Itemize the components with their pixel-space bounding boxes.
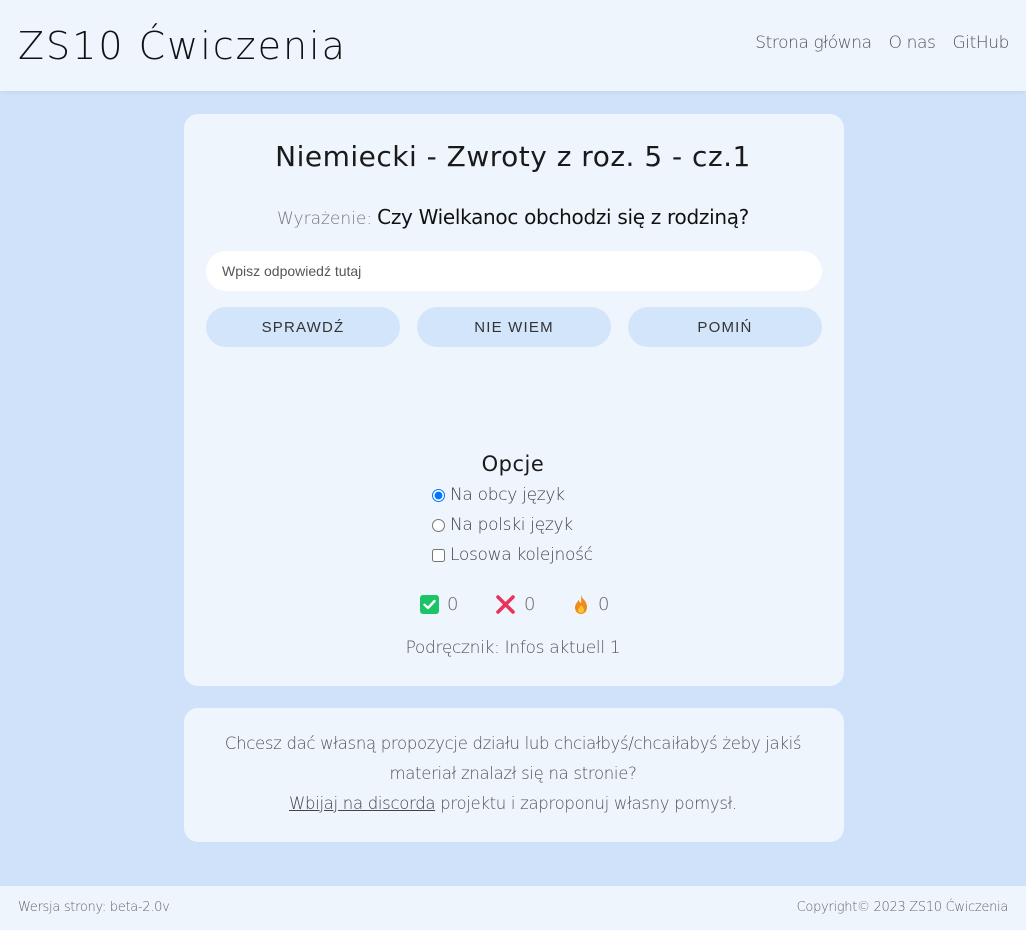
site-brand[interactable]: ZS10 Ćwiczenia <box>18 22 347 70</box>
check-button[interactable]: SPRAWDŹ <box>206 307 400 347</box>
stat-correct: 0 <box>420 594 458 615</box>
streak-count: 0 <box>598 593 610 615</box>
cross-icon <box>496 594 515 614</box>
nav-link-about[interactable]: O nas <box>889 33 936 53</box>
options-title: Opcje <box>481 452 545 476</box>
stat-streak: 0 <box>572 594 609 615</box>
answer-input[interactable] <box>206 251 822 291</box>
expression-label: Wyrażenie: <box>277 209 373 229</box>
option-to-foreign-label: Na obcy język <box>450 485 565 505</box>
radio-to-polish[interactable] <box>432 518 445 532</box>
fire-icon <box>575 594 587 614</box>
check-square-icon <box>420 594 439 614</box>
suggestion-line-3: Wbijaj na discorda projektu i zaproponuj… <box>0 794 1026 813</box>
site-version: Wersja strony: beta-2.0v <box>18 900 170 915</box>
expression-line: Wyrażenie: Czy Wielkanoc obchodzi się z … <box>0 205 1026 229</box>
suggestion-line-3-rest: projektu i zaproponuj własny pomysł. <box>435 794 737 813</box>
nav-link-home[interactable]: Strona główna <box>755 33 872 53</box>
correct-count: 0 <box>447 593 459 615</box>
option-to-polish[interactable]: Na polski język <box>432 515 573 535</box>
dont-know-button[interactable]: NIE WIEM <box>417 307 611 347</box>
exercise-title: Niemiecki - Zwroty z roz. 5 - cz.1 <box>275 140 751 173</box>
option-random-order[interactable]: Losowa kolejność <box>432 545 593 565</box>
textbook-info: Podręcznik: Infos aktuell 1 <box>405 638 621 658</box>
option-random-order-label: Losowa kolejność <box>450 545 593 565</box>
skip-button[interactable]: POMIŃ <box>628 307 822 347</box>
option-to-foreign[interactable]: Na obcy język <box>432 485 565 505</box>
main-nav: Strona główna O nas GitHub <box>755 33 1009 53</box>
suggestion-line-2: materiał znalazł się na stronie? <box>389 764 637 783</box>
suggestion-line-1: Chcesz dać własną propozycje działu lub … <box>224 734 802 753</box>
expression-text: Czy Wielkanoc obchodzi się z rodziną? <box>377 205 749 229</box>
wrong-count: 0 <box>524 593 536 615</box>
nav-link-github[interactable]: GitHub <box>952 33 1009 53</box>
stat-wrong: 0 <box>495 594 535 615</box>
option-to-polish-label: Na polski język <box>450 515 573 535</box>
discord-link[interactable]: Wbijaj na discorda <box>289 794 436 813</box>
copyright: Copyright© 2023 ZS10 Ćwiczenia <box>796 900 1009 915</box>
checkbox-random-order[interactable] <box>432 548 445 562</box>
radio-to-foreign[interactable] <box>432 488 445 502</box>
